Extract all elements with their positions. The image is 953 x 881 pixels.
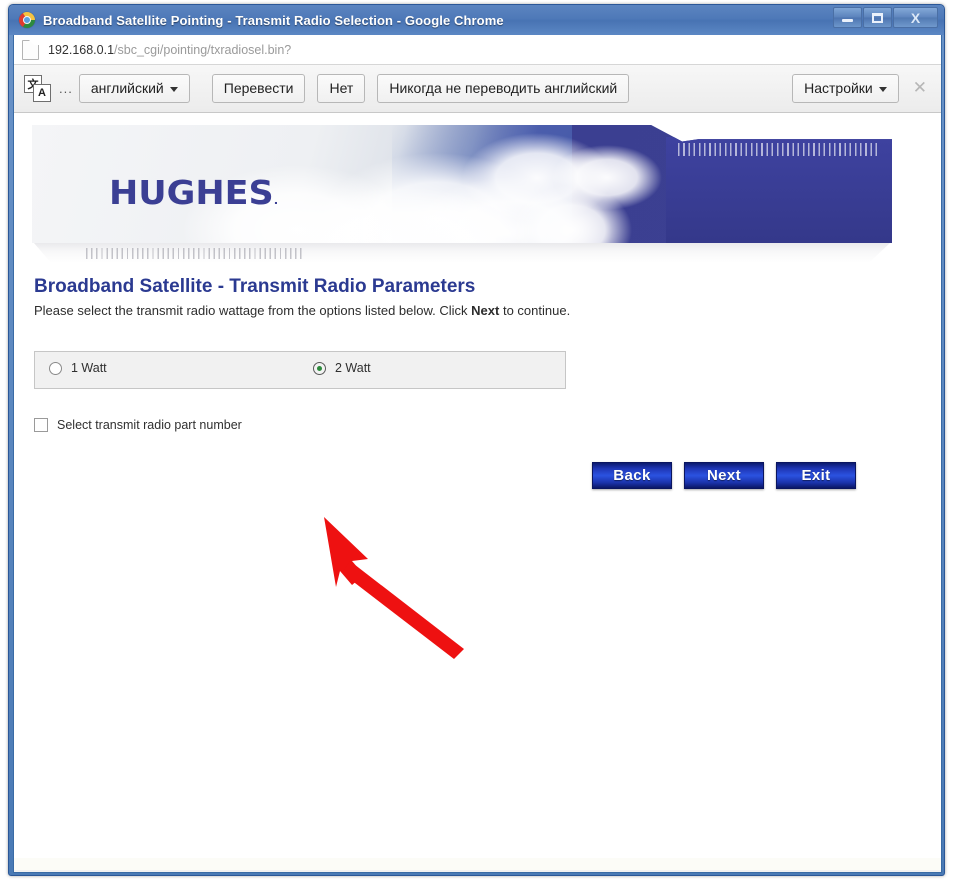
- page-subtitle: Please select the transmit radio wattage…: [34, 303, 570, 318]
- page-viewport: HUGHES. Broadband Satellite - Transmit R…: [14, 113, 941, 870]
- maximize-button[interactable]: [863, 7, 892, 28]
- banner-sky: [392, 125, 572, 243]
- title-bar: Broadband Satellite Pointing - Transmit …: [9, 5, 944, 35]
- url-text: 192.168.0.1/sbc_cgi/pointing/txradiosel.…: [48, 43, 291, 57]
- hughes-logo: HUGHES.: [109, 173, 278, 212]
- language-dropdown-label: английский: [90, 80, 164, 97]
- banner-footer-tick-marks: [86, 248, 304, 259]
- back-button[interactable]: Back: [592, 462, 672, 489]
- translate-button[interactable]: Перевести: [211, 74, 306, 103]
- no-translate-button[interactable]: Нет: [317, 74, 366, 103]
- translate-settings-button[interactable]: Настройки: [792, 74, 899, 103]
- radio-button-checked-icon[interactable]: [313, 361, 326, 375]
- banner-tick-marks: [678, 143, 878, 156]
- next-button[interactable]: Next: [684, 462, 764, 489]
- window-controls: X: [833, 7, 938, 28]
- subtitle-bold-next: Next: [471, 303, 500, 318]
- chevron-down-icon: [169, 87, 178, 93]
- radio-option-1-watt-label: 1 Watt: [71, 361, 107, 375]
- subtitle-part-2: to continue.: [499, 303, 571, 318]
- radio-option-2-watt[interactable]: 2 Watt: [313, 361, 371, 375]
- close-window-button[interactable]: X: [893, 7, 938, 28]
- chevron-down-icon-settings: [878, 87, 887, 93]
- hughes-logo-trademark: .: [273, 194, 279, 207]
- translate-dots: ...: [59, 81, 73, 96]
- page-document-icon: [22, 39, 39, 60]
- never-translate-button[interactable]: Никогда не переводить английский: [377, 74, 630, 103]
- translate-icon-glyph-bottom: A: [33, 83, 51, 102]
- minimize-button[interactable]: [833, 7, 862, 28]
- translate-infobar: 文 A ... английский Перевести Нет Никогда…: [14, 65, 941, 113]
- hughes-banner: HUGHES.: [32, 125, 892, 265]
- page-bottom-edge: [14, 858, 941, 870]
- maximize-icon: [872, 12, 883, 23]
- select-part-number-checkbox-row[interactable]: Select transmit radio part number: [34, 418, 242, 432]
- wattage-radio-group: 1 Watt 2 Watt: [34, 351, 566, 389]
- browser-window: Broadband Satellite Pointing - Transmit …: [8, 4, 945, 876]
- page-title: Broadband Satellite - Transmit Radio Par…: [34, 276, 476, 297]
- select-part-number-label: Select transmit radio part number: [57, 418, 242, 432]
- chrome-logo-icon: [19, 12, 35, 28]
- radio-button-unchecked-icon[interactable]: [49, 361, 62, 375]
- navigation-buttons: Back Next Exit: [592, 462, 856, 489]
- browser-content: 192.168.0.1/sbc_cgi/pointing/txradiosel.…: [13, 35, 942, 873]
- annotation-arrow: [324, 517, 464, 659]
- checkbox-unchecked-icon[interactable]: [34, 418, 48, 432]
- banner-footer-strip: [34, 243, 890, 263]
- banner-blue-panel: [666, 137, 892, 243]
- url-path: /sbc_cgi/pointing/txradiosel.bin?: [114, 42, 292, 57]
- dismiss-translate-bar-button[interactable]: ✕: [909, 79, 931, 99]
- subtitle-part-1: Please select the transmit radio wattage…: [34, 303, 472, 318]
- banner-image: HUGHES.: [32, 125, 892, 243]
- close-icon: X: [910, 9, 921, 26]
- window-title: Broadband Satellite Pointing - Transmit …: [43, 12, 504, 28]
- address-bar[interactable]: 192.168.0.1/sbc_cgi/pointing/txradiosel.…: [14, 35, 941, 65]
- minimize-icon: [842, 19, 853, 22]
- hughes-logo-text: HUGHES: [109, 173, 274, 212]
- translate-icon: 文 A: [24, 74, 52, 103]
- translate-settings-label: Настройки: [804, 80, 873, 97]
- radio-option-1-watt[interactable]: 1 Watt: [49, 361, 107, 375]
- exit-button[interactable]: Exit: [776, 462, 856, 489]
- language-dropdown[interactable]: английский: [78, 74, 190, 103]
- radio-option-2-watt-label: 2 Watt: [335, 361, 371, 375]
- url-host: 192.168.0.1: [48, 42, 115, 57]
